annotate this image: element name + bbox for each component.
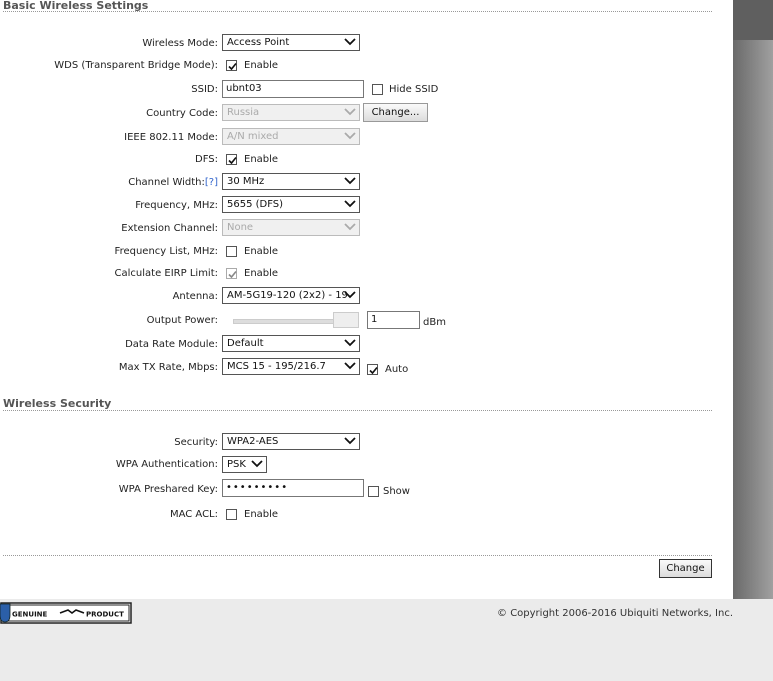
check-icon [369,366,378,375]
channel-width-select[interactable]: 30 MHz [222,173,360,190]
output-power-slider-track[interactable] [233,319,335,324]
max-tx-rate-value: MCS 15 - 195/216.7 [227,361,326,372]
security-value: WPA2-AES [227,436,279,447]
wds-checkbox[interactable] [226,60,237,71]
wpa-authentication-select[interactable]: PSK [222,456,267,473]
dfs-enable-label: Enable [244,154,279,165]
dfs-checkbox[interactable] [226,154,237,165]
chevron-down-icon [344,38,356,46]
eirp-limit-checkbox[interactable] [226,268,237,279]
wpa-authentication-value: PSK [227,459,246,470]
channel-width-help-link[interactable]: [?] [205,177,218,188]
max-tx-rate-select[interactable]: MCS 15 - 195/216.7 [222,358,360,375]
output-power-input[interactable]: 1 [367,311,420,329]
channel-width-label-text: Channel Width: [128,177,205,188]
frequency-list-checkbox[interactable] [226,246,237,257]
actions-divider [3,555,712,556]
wireless-mode-label: Wireless Mode: [142,38,218,49]
security-select[interactable]: WPA2-AES [222,433,360,450]
ubiquiti-logo-icon: GENUINE PRODUCT [0,602,132,624]
check-icon [228,62,237,71]
mac-acl-label: MAC ACL: [169,509,218,520]
dfs-label: DFS: [195,154,218,165]
max-tx-auto-checkbox[interactable] [367,364,378,375]
frequency-select[interactable]: 5655 (DFS) [222,196,360,213]
mac-acl-enable-label: Enable [244,509,279,520]
chevron-down-icon [344,362,356,370]
frequency-value: 5655 (DFS) [227,199,284,210]
antenna-value: AM-5G19-120 (2x2) - 19 [227,290,348,301]
eirp-limit-label: Calculate EIRP Limit: [114,268,218,279]
output-power-label: Output Power: [146,315,218,326]
wireless-mode-select[interactable]: Access Point [222,34,360,51]
wds-label: WDS (Transparent Bridge Mode): [54,60,218,71]
copyright-text: © Copyright 2006-2016 Ubiquiti Networks,… [497,608,733,619]
badge-left-text: GENUINE [12,611,48,619]
security-label: Security: [174,437,218,448]
wireless-mode-value: Access Point [227,37,290,48]
extension-channel-label: Extension Channel: [121,223,218,234]
eirp-limit-enable-label: Enable [244,268,279,279]
chevron-down-icon [344,132,356,140]
data-rate-module-label: Data Rate Module: [125,339,218,350]
genuine-product-badge: GENUINE PRODUCT [0,602,132,624]
chevron-down-icon [344,437,356,445]
hide-ssid-label: Hide SSID [389,84,439,95]
output-power-unit: dBm [423,317,446,328]
country-code-select: Russia [222,104,360,121]
sidebar-top-panel [733,0,773,40]
frequency-list-enable-label: Enable [244,246,279,257]
wpa-authentication-label: WPA Authentication: [115,459,218,470]
check-icon [228,156,237,165]
badge-right-text: PRODUCT [86,611,124,619]
data-rate-module-value: Default [227,338,264,349]
chevron-down-icon [344,291,356,299]
antenna-label: Antenna: [172,291,218,302]
extension-channel-select: None [222,219,360,236]
antenna-select[interactable]: AM-5G19-120 (2x2) - 19 [222,287,360,304]
show-key-checkbox[interactable] [368,486,379,497]
frequency-list-label: Frequency List, MHz: [114,246,218,257]
max-tx-rate-label: Max TX Rate, Mbps: [118,362,218,373]
max-tx-auto-label: Auto [385,364,409,375]
change-button[interactable]: Change [659,559,712,578]
ssid-input[interactable]: ubnt03 [222,80,364,98]
ieee-mode-label: IEEE 802.11 Mode: [124,132,218,143]
chevron-down-icon [344,108,356,116]
ssid-label: SSID: [191,84,218,95]
frequency-label: Frequency, MHz: [135,200,218,211]
channel-width-label: Channel Width:[?] [128,177,218,188]
wpa-preshared-key-label: WPA Preshared Key: [118,484,218,495]
chevron-down-icon [344,223,356,231]
wds-enable-label: Enable [244,60,279,71]
extension-channel-value: None [227,222,254,233]
section-title-security: Wireless Security [3,397,112,410]
right-sidebar [733,0,773,599]
check-icon [228,270,237,279]
hide-ssid-checkbox[interactable] [372,84,383,95]
chevron-down-icon [344,177,356,185]
change-country-button[interactable]: Change... [363,103,428,122]
ieee-mode-select: A/N mixed [222,128,360,145]
country-code-label: Country Code: [146,108,218,119]
chevron-down-icon [344,200,356,208]
section-divider [3,410,712,411]
output-power-slider-handle[interactable] [333,312,359,328]
country-code-value: Russia [227,107,260,118]
ieee-mode-value: A/N mixed [227,131,279,142]
show-key-label: Show [383,486,410,497]
chevron-down-icon [251,460,263,468]
section-divider [3,11,712,12]
data-rate-module-select[interactable]: Default [222,335,360,352]
mac-acl-checkbox[interactable] [226,509,237,520]
wpa-preshared-key-input[interactable]: ••••••••• [222,479,364,497]
chevron-down-icon [344,339,356,347]
channel-width-value: 30 MHz [227,176,265,187]
